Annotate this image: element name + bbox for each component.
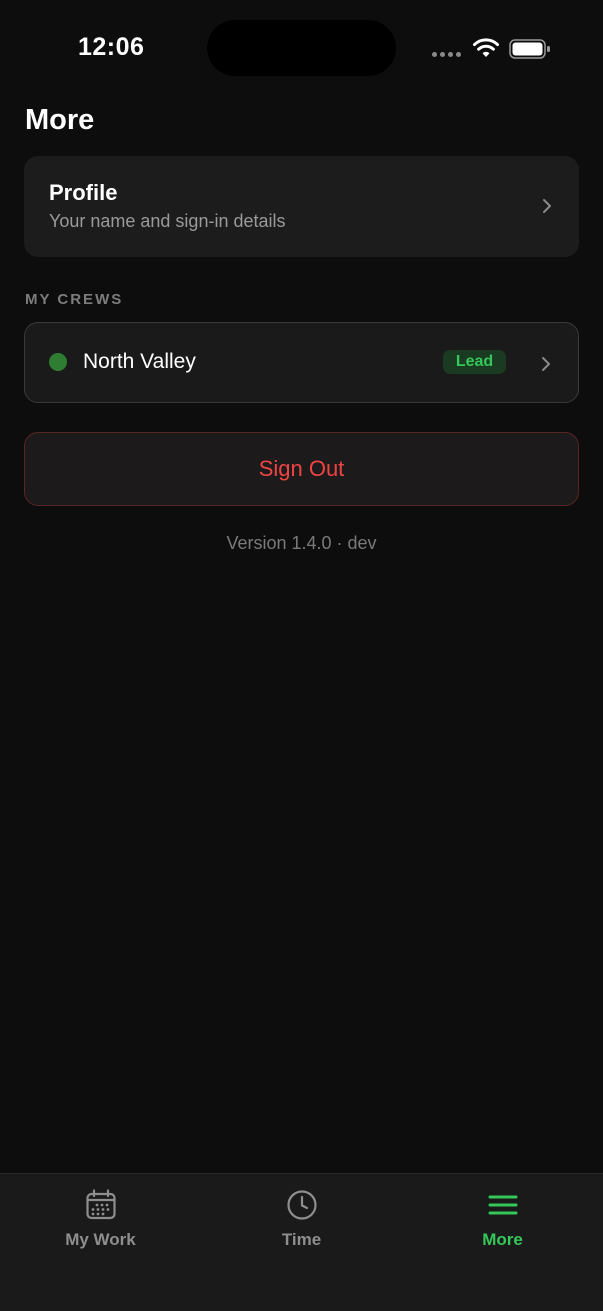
tab-my-work[interactable]: My Work	[0, 1174, 201, 1264]
sign-out-button[interactable]: Sign Out	[24, 432, 579, 506]
calendar-icon	[85, 1189, 116, 1220]
role-badge: Lead	[443, 350, 506, 374]
clock-icon	[286, 1190, 317, 1220]
profile-subtitle: Your name and sign-in details	[49, 211, 286, 231]
tab-time[interactable]: Time	[201, 1174, 402, 1264]
crew-name: North Valley	[83, 350, 196, 373]
tab-more[interactable]: More	[402, 1174, 603, 1264]
wifi-icon	[473, 38, 499, 57]
chevron-right-icon	[543, 199, 551, 213]
status-time: 12:06	[78, 33, 145, 61]
profile-row[interactable]: Profile Your name and sign-in details	[24, 156, 579, 257]
tab-label-my-work: My Work	[65, 1230, 136, 1249]
page-title: More	[25, 104, 95, 136]
crew-row-north-valley[interactable]: North Valley Lead	[24, 322, 579, 403]
battery-icon	[509, 39, 550, 59]
tab-label-time: Time	[281, 1230, 322, 1249]
dynamic-island	[207, 20, 396, 76]
chevron-right-icon	[542, 357, 550, 371]
status-bar: 12:06	[0, 0, 603, 96]
profile-title: Profile	[49, 180, 118, 205]
version-label: Version 1.4.0 · dev	[226, 533, 377, 553]
menu-icon	[488, 1195, 517, 1215]
crew-status-dot	[49, 353, 67, 371]
crews-section-header: MY CREWS	[25, 291, 124, 308]
tab-label-more: More	[482, 1230, 523, 1249]
cellular-signal-icon	[432, 52, 461, 57]
tab-bar: My Work Time More	[0, 1173, 603, 1311]
